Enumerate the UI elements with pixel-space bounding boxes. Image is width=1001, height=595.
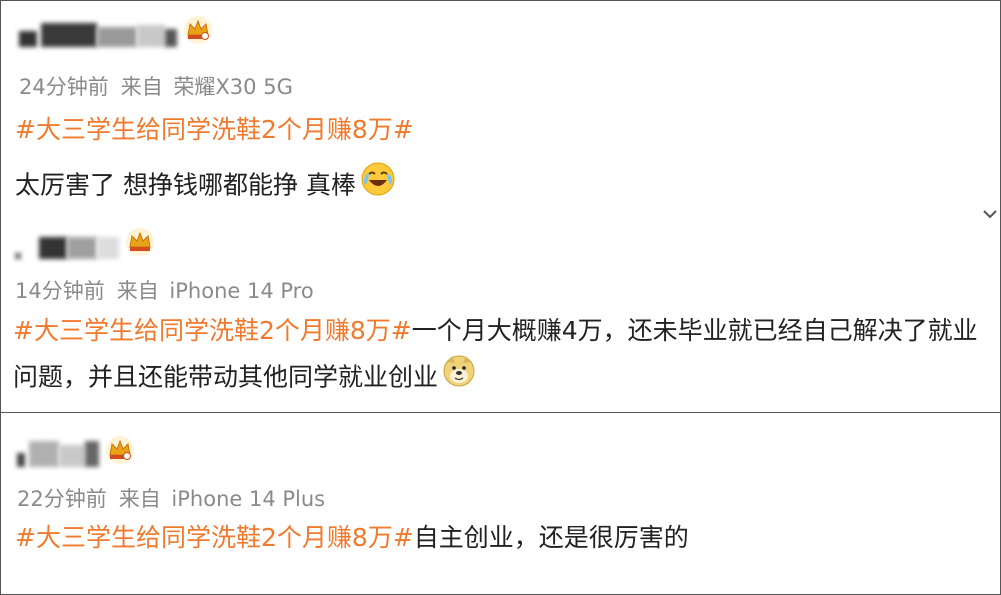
comment-body: #大三学生给同学洗鞋2个月赚8万#一个月大概赚4万，还未毕业就已经自己解决了就业… xyxy=(13,308,988,403)
comment-text: 自主创业，还是很厉害的 xyxy=(413,523,689,552)
comment-feed: 24分钟前 来自 荣耀X30 5G #大三学生给同学洗鞋2个月赚8万# 太厉害了 … xyxy=(0,0,1001,595)
post-time: 24分钟前 xyxy=(19,75,109,99)
post-time: 22分钟前 xyxy=(17,487,107,511)
source-label: 来自 xyxy=(116,279,159,303)
source-label: 来自 xyxy=(120,75,163,99)
post-meta: 24分钟前 来自 荣耀X30 5G xyxy=(19,71,293,101)
source-label: 来自 xyxy=(118,487,161,511)
hashtag-link[interactable]: #大三学生给同学洗鞋2个月赚8万# xyxy=(15,115,414,144)
username-row[interactable] xyxy=(17,435,135,469)
device-name[interactable]: iPhone 14 Pro xyxy=(169,279,313,303)
doge-emoji-icon xyxy=(442,354,476,403)
blurred-username[interactable] xyxy=(17,437,99,467)
username-row[interactable] xyxy=(15,227,155,261)
hashtag-link[interactable]: #大三学生给同学洗鞋2个月赚8万# xyxy=(15,523,414,552)
device-name[interactable]: 荣耀X30 5G xyxy=(173,75,292,99)
post-meta: 22分钟前 来自 iPhone 14 Plus xyxy=(17,483,325,513)
comment-item: 22分钟前 来自 iPhone 14 Plus #大三学生给同学洗鞋2个月赚8万#… xyxy=(1,412,1000,594)
crown-badge-icon xyxy=(183,15,213,49)
post-meta: 14分钟前 来自 iPhone 14 Pro xyxy=(15,275,314,305)
comment-body: #大三学生给同学洗鞋2个月赚8万# 太厉害了 想挣钱哪都能挣 真棒 xyxy=(15,107,975,212)
comment-text: 太厉害了 想挣钱哪都能挣 真棒 xyxy=(15,170,356,200)
laugh-cry-emoji-icon xyxy=(360,161,396,212)
comment-item: 14分钟前 来自 iPhone 14 Pro #大三学生给同学洗鞋2个月赚8万#一… xyxy=(1,213,1000,412)
username-row[interactable] xyxy=(19,15,213,49)
blurred-username[interactable] xyxy=(15,229,119,259)
crown-badge-icon xyxy=(125,227,155,261)
comment-body: #大三学生给同学洗鞋2个月赚8万#自主创业，还是很厉害的 xyxy=(15,515,990,561)
hashtag-link[interactable]: #大三学生给同学洗鞋2个月赚8万# xyxy=(13,316,412,345)
blurred-username[interactable] xyxy=(19,17,177,47)
device-name[interactable]: iPhone 14 Plus xyxy=(171,487,325,511)
post-time: 14分钟前 xyxy=(15,279,105,303)
comment-item: 24分钟前 来自 荣耀X30 5G #大三学生给同学洗鞋2个月赚8万# 太厉害了 … xyxy=(1,1,1000,213)
crown-badge-icon xyxy=(105,435,135,469)
